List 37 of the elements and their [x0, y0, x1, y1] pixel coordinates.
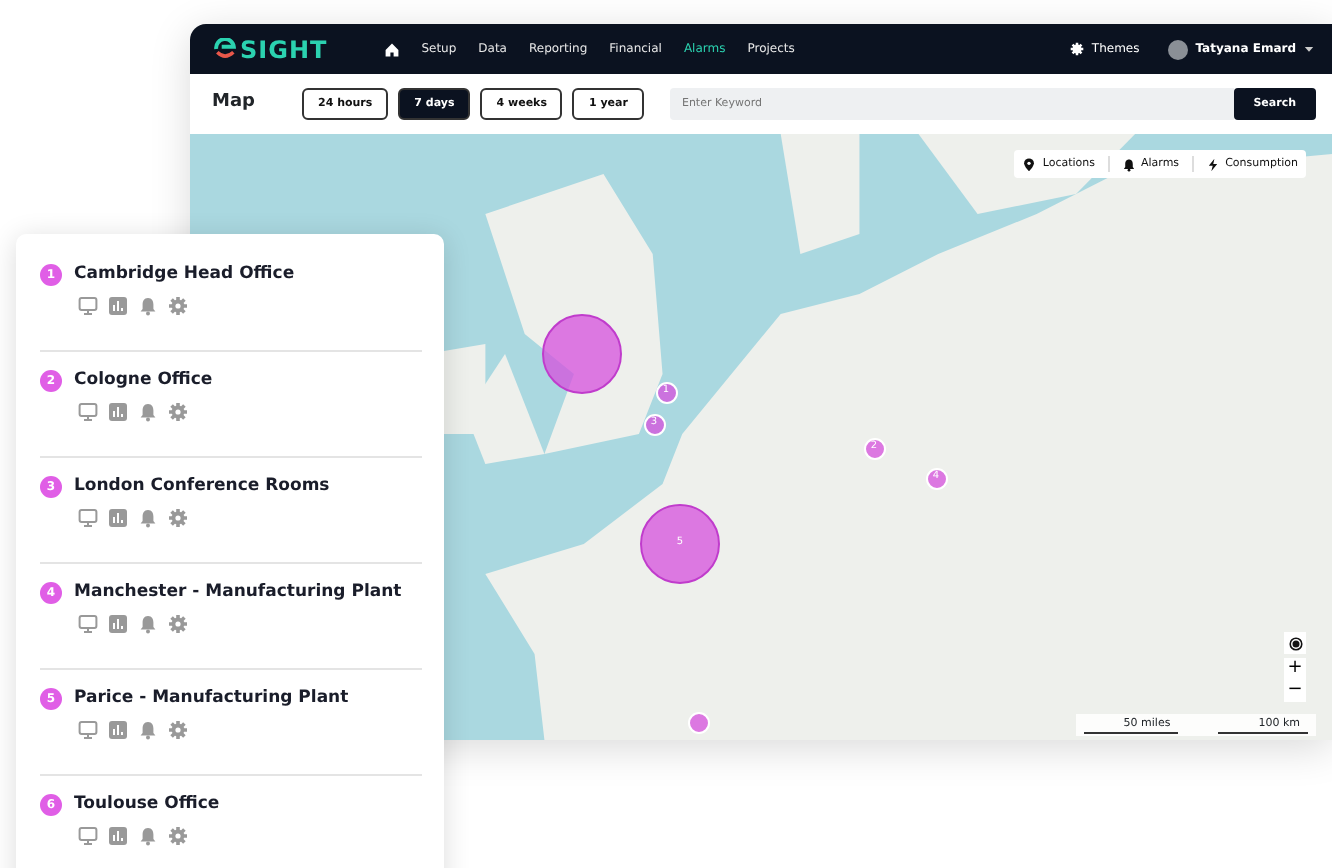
home-icon[interactable] — [383, 41, 400, 57]
locate-button[interactable] — [1284, 632, 1306, 654]
bar-chart-icon[interactable] — [108, 613, 128, 634]
bar-chart-icon[interactable] — [108, 295, 128, 316]
monitor-icon[interactable] — [78, 507, 98, 528]
monitor-icon[interactable] — [78, 401, 98, 422]
lightning-icon — [1205, 157, 1220, 172]
caret-icon[interactable] — [1302, 42, 1316, 56]
monitor-icon[interactable] — [78, 719, 98, 740]
bar-chart-icon[interactable] — [108, 507, 128, 528]
bell-icon[interactable] — [138, 719, 158, 740]
monitor-icon[interactable] — [78, 295, 98, 316]
location-name[interactable]: London Conference Rooms — [74, 474, 330, 500]
bell-icon[interactable] — [138, 401, 158, 422]
bell-icon[interactable] — [138, 295, 158, 316]
location-name[interactable]: Cambridge Head Office — [74, 262, 295, 288]
location-name[interactable]: Parice - Manufacturing Plant — [74, 686, 349, 712]
monitor-icon[interactable] — [78, 613, 98, 634]
locate-icon — [1287, 635, 1303, 651]
bar-chart-icon[interactable] — [108, 401, 128, 422]
monitor-icon[interactable] — [78, 825, 98, 846]
avatar — [1167, 39, 1188, 59]
location-pin-icon — [1022, 157, 1037, 172]
location-name[interactable]: Toulouse Office — [74, 792, 220, 818]
logo-text: SIGHT — [240, 33, 328, 67]
page-title: Map — [212, 90, 257, 117]
logo-icon — [214, 38, 236, 60]
zoom-out-button[interactable]: − — [1284, 680, 1306, 702]
bell-icon[interactable] — [138, 613, 158, 634]
bell-icon[interactable] — [138, 507, 158, 528]
bell-icon[interactable] — [138, 825, 158, 846]
bar-chart-icon[interactable] — [108, 825, 128, 846]
location-name[interactable]: Manchester - Manufacturing Plant — [74, 580, 402, 606]
bell-icon — [1121, 157, 1135, 172]
bar-chart-icon[interactable] — [108, 719, 128, 740]
location-name[interactable]: Cologne Office — [74, 368, 213, 394]
zoom-in-button[interactable]: + — [1284, 658, 1306, 680]
